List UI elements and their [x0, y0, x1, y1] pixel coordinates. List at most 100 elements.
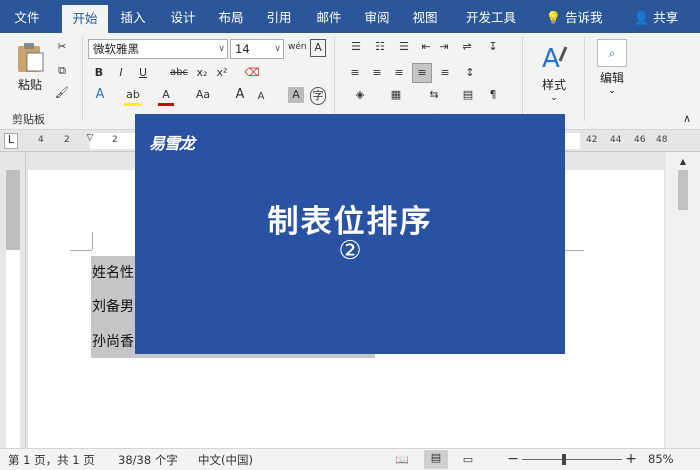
- chevron-down-icon: ∨: [274, 44, 281, 54]
- zoom-in-button[interactable]: +: [624, 451, 638, 467]
- font-name-select[interactable]: 微软雅黑 ∨: [88, 39, 228, 59]
- share-label: 共享: [653, 10, 679, 25]
- tab-view[interactable]: 视图: [404, 0, 446, 33]
- share-button[interactable]: 👤 共享: [626, 0, 686, 33]
- tab-references[interactable]: 引用: [258, 0, 300, 33]
- ruler-number: 4: [38, 135, 44, 145]
- line-spacing-icon[interactable]: ↕: [460, 65, 480, 81]
- tab-file[interactable]: 文件: [6, 0, 48, 33]
- chevron-down-icon: ⌄: [550, 93, 558, 103]
- status-bar: 第 1 页，共 1 页 38/38 个字 中文(中国) 📖 ▤ ▭ − + 85…: [0, 448, 700, 470]
- clipboard-group-label: 剪贴板: [12, 113, 45, 126]
- decrease-indent-icon[interactable]: ⇤: [418, 39, 434, 55]
- align-right-icon[interactable]: ≡: [390, 65, 408, 81]
- tell-me-label: 告诉我: [565, 10, 603, 25]
- ruler-margin: [6, 170, 20, 250]
- justify-icon[interactable]: ≡: [412, 63, 432, 83]
- tab-developer[interactable]: 开发工具: [458, 0, 524, 33]
- tab-design[interactable]: 设计: [162, 0, 204, 33]
- margin-marker: [562, 250, 584, 251]
- enclose-char-icon[interactable]: 字: [310, 87, 326, 105]
- divider: [584, 37, 585, 121]
- phonetic-guide-icon[interactable]: wén: [288, 39, 307, 55]
- page-count[interactable]: 第 1 页，共 1 页: [8, 452, 95, 468]
- text-line[interactable]: 姓名性: [92, 262, 134, 282]
- numbering-icon[interactable]: ☷: [370, 39, 390, 55]
- format-painter-icon[interactable]: 🖌: [54, 85, 70, 101]
- font-size-select[interactable]: 14 ∨: [230, 39, 284, 59]
- font-color-button[interactable]: A: [158, 87, 174, 106]
- margin-marker: [92, 232, 93, 250]
- chevron-down-icon: ⌄: [608, 86, 616, 96]
- shading-icon[interactable]: ◈: [350, 87, 370, 103]
- distributed-icon[interactable]: ≡: [436, 65, 454, 81]
- ruler-text-area: [6, 250, 20, 448]
- subscript-button[interactable]: x₂: [194, 65, 210, 81]
- superscript-button[interactable]: x²: [214, 65, 230, 81]
- language-indicator[interactable]: 中文(中国): [198, 452, 253, 468]
- text-line[interactable]: 孙尚香: [92, 331, 134, 351]
- word-count[interactable]: 38/38 个字: [118, 452, 178, 468]
- ruler-number: 46: [634, 135, 646, 145]
- cut-icon[interactable]: ✂: [54, 39, 70, 55]
- ruler-number: 2: [64, 135, 70, 145]
- zoom-level[interactable]: 85%: [648, 452, 674, 466]
- increase-indent-icon[interactable]: ⇥: [436, 39, 452, 55]
- styles-button[interactable]: A 样式 ⌄: [532, 41, 576, 111]
- read-mode-icon[interactable]: 📖: [392, 452, 412, 468]
- character-shading-icon[interactable]: A: [288, 87, 304, 103]
- text-effects-icon[interactable]: A: [92, 87, 108, 103]
- divider: [522, 37, 523, 121]
- highlight-color-icon[interactable]: ab: [124, 87, 142, 106]
- tab-insert[interactable]: 插入: [112, 0, 154, 33]
- vertical-ruler[interactable]: [0, 152, 26, 448]
- chinese-layout-icon[interactable]: ⇌: [458, 39, 476, 55]
- tab-layout[interactable]: 布局: [210, 0, 252, 33]
- copy-icon[interactable]: ⧉: [54, 63, 70, 79]
- editing-button[interactable]: ⌕ 编辑 ⌄: [592, 39, 632, 109]
- web-layout-icon[interactable]: ▭: [456, 452, 480, 468]
- text-direction-icon[interactable]: ⇆: [424, 87, 444, 103]
- paste-button[interactable]: 粘贴: [10, 41, 50, 101]
- text-line[interactable]: 刘备男: [92, 296, 134, 316]
- print-layout-icon[interactable]: ▤: [424, 450, 448, 469]
- bullets-icon[interactable]: ☰: [346, 39, 366, 55]
- underline-button[interactable]: U: [136, 65, 150, 81]
- scroll-up-icon[interactable]: ▲: [676, 154, 690, 170]
- align-left-icon[interactable]: ≡: [346, 65, 364, 81]
- divider: [82, 37, 83, 121]
- tab-selector-icon[interactable]: L: [4, 133, 18, 149]
- strikethrough-button[interactable]: abc: [168, 65, 190, 81]
- zoom-out-button[interactable]: −: [506, 451, 520, 467]
- vertical-scrollbar[interactable]: ▲: [666, 152, 700, 448]
- asian-typography-icon[interactable]: ▤: [460, 87, 476, 103]
- tab-mailings[interactable]: 邮件: [308, 0, 350, 33]
- tab-home[interactable]: 开始: [62, 5, 108, 33]
- indent-marker-icon[interactable]: ▽: [85, 130, 95, 146]
- show-marks-icon[interactable]: ¶: [484, 87, 502, 103]
- sort-icon[interactable]: ↧: [484, 39, 502, 55]
- borders-icon[interactable]: ▦: [386, 87, 406, 103]
- change-case-button[interactable]: Aa: [192, 87, 214, 103]
- character-border-icon[interactable]: A: [310, 39, 326, 57]
- svg-text:A: A: [542, 44, 560, 73]
- bold-button[interactable]: B: [92, 65, 106, 81]
- zoom-slider-thumb[interactable]: [562, 454, 566, 465]
- brand-logo: 易雪龙: [149, 134, 195, 153]
- divider: [334, 37, 335, 121]
- scroll-thumb[interactable]: [678, 170, 688, 210]
- grow-font-icon[interactable]: A: [234, 87, 246, 103]
- align-center-icon[interactable]: ≡: [368, 65, 386, 81]
- multilevel-list-icon[interactable]: ☰: [394, 39, 414, 55]
- shrink-font-icon[interactable]: A: [256, 89, 266, 105]
- zoom-slider-track[interactable]: [522, 459, 622, 460]
- tab-review[interactable]: 审阅: [356, 0, 398, 33]
- clear-format-icon[interactable]: ⌫: [244, 65, 260, 81]
- tell-me-box[interactable]: 💡 告诉我: [534, 0, 614, 33]
- ruler-number: 42: [586, 135, 598, 145]
- card-number: ②: [338, 236, 362, 266]
- collapse-ribbon-icon[interactable]: ∧: [680, 111, 694, 127]
- italic-button[interactable]: I: [114, 65, 128, 81]
- ruler-number: 48: [656, 135, 668, 145]
- styles-icon: A: [542, 44, 568, 74]
